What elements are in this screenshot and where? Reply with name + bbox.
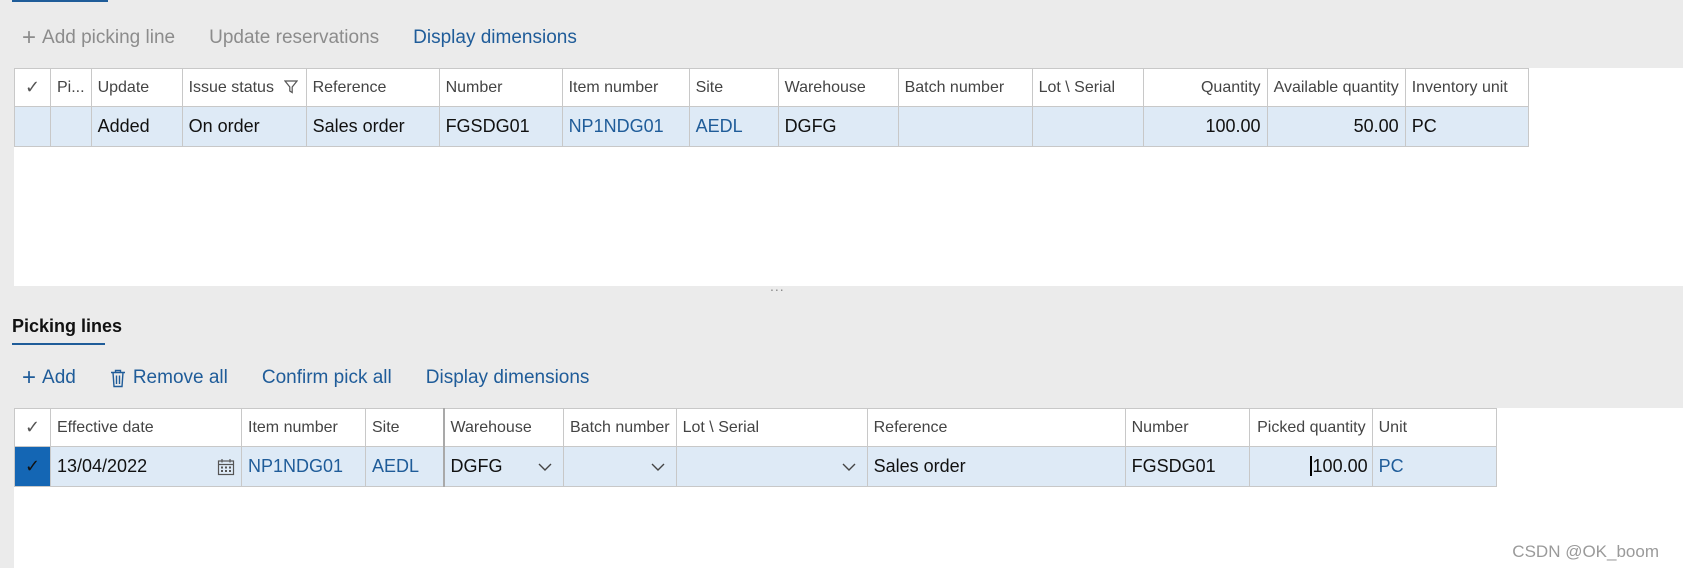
col-header-available-quantity[interactable]: Available quantity <box>1266 68 1406 107</box>
add-button[interactable]: + Add <box>22 364 76 391</box>
col-header-item-number[interactable]: Item number <box>241 408 366 447</box>
col-header-number[interactable]: Number <box>438 68 563 107</box>
row-checkbox-checked[interactable]: ✓ <box>14 446 51 487</box>
add-picking-line-button[interactable]: + Add picking line <box>22 24 176 51</box>
cell-issue-status: On order <box>181 106 307 147</box>
remove-all-button[interactable]: Remove all <box>110 367 228 389</box>
col-header-lot-serial[interactable]: Lot \ Serial <box>1031 68 1144 107</box>
cell-warehouse-dropdown[interactable]: DGFG <box>443 446 564 487</box>
chevron-down-icon[interactable] <box>841 459 857 475</box>
tab-underline <box>12 0 108 2</box>
add-picking-line-label: Add picking line <box>42 27 176 48</box>
plus-icon: + <box>22 24 37 51</box>
warehouse-value: DGFG <box>450 456 503 476</box>
col-header-reference[interactable]: Reference <box>866 408 1126 447</box>
picking-lines-grid-panel: ✓ Effective date Item number Site Wareho… <box>14 408 1683 568</box>
confirm-pick-all-button[interactable]: Confirm pick all <box>262 367 392 389</box>
cell-unit-link[interactable]: PC <box>1371 446 1497 487</box>
cell-site-link[interactable]: AEDL <box>365 446 445 487</box>
checkmark-icon: ✓ <box>24 77 41 97</box>
plus-icon: + <box>22 364 37 391</box>
chevron-down-icon[interactable] <box>650 459 666 475</box>
row-checkbox[interactable] <box>14 106 51 147</box>
col-header-warehouse[interactable]: Warehouse <box>443 408 564 447</box>
cell-item-number-link[interactable]: NP1NDG01 <box>561 106 690 147</box>
filter-icon[interactable] <box>284 79 299 94</box>
cell-number: FGSDG01 <box>438 106 563 147</box>
cell-inventory-unit: PC <box>1404 106 1529 147</box>
col-header-unit[interactable]: Unit <box>1371 408 1497 447</box>
picked-quantity-input[interactable]: 100.00 <box>1248 446 1373 487</box>
header-row: ✓ Pi... Update Issue status Reference Nu… <box>14 68 1529 107</box>
cell-item-number-link[interactable]: NP1NDG01 <box>241 446 366 487</box>
cell-lot-serial-dropdown[interactable] <box>675 446 868 487</box>
col-header-effective-date[interactable]: Effective date <box>50 408 242 447</box>
picking-lines-title[interactable]: Picking lines <box>12 316 122 337</box>
add-label: Add <box>42 367 76 388</box>
cell-pi <box>50 106 92 147</box>
select-all-checkbox[interactable]: ✓ <box>14 68 51 107</box>
confirm-pick-all-label: Confirm pick all <box>261 367 392 388</box>
col-header-quantity[interactable]: Quantity <box>1142 68 1268 107</box>
table-row[interactable]: ✓ 13/04/2022 NP1NDG01 AEDL DGFG Sales or… <box>14 446 1497 487</box>
remove-all-label: Remove all <box>132 367 228 388</box>
display-dimensions-label: Display dimensions <box>425 367 590 388</box>
cell-update: Added <box>90 106 183 147</box>
col-header-issue-status[interactable]: Issue status <box>181 68 307 107</box>
cell-number: FGSDG01 <box>1124 446 1250 487</box>
update-reservations-button[interactable]: Update reservations <box>209 27 379 49</box>
reservation-grid-panel: ✓ Pi... Update Issue status Reference Nu… <box>14 68 1683 286</box>
watermark: CSDN @OK_boom <box>1512 542 1659 561</box>
display-dimensions-label: Display dimensions <box>413 27 577 48</box>
col-header-reference[interactable]: Reference <box>305 68 440 107</box>
top-toolbar: + Add picking line Update reservations D… <box>22 23 611 53</box>
col-header-site[interactable]: Site <box>688 68 779 107</box>
col-header-batch-number[interactable]: Batch number <box>897 68 1033 107</box>
col-header-update[interactable]: Update <box>90 68 183 107</box>
trash-icon <box>110 369 125 387</box>
pane-splitter[interactable]: ... <box>770 278 785 294</box>
col-header-site[interactable]: Site <box>365 408 445 447</box>
col-header-inventory-unit[interactable]: Inventory unit <box>1404 68 1529 107</box>
col-header-pi[interactable]: Pi... <box>50 68 92 107</box>
col-header-number[interactable]: Number <box>1124 408 1250 447</box>
table-row[interactable]: Added On order Sales order FGSDG01 NP1ND… <box>14 106 1529 147</box>
cell-lot-serial <box>1031 106 1144 147</box>
cell-batch-number <box>897 106 1033 147</box>
col-header-picked-quantity[interactable]: Picked quantity <box>1248 408 1373 447</box>
cell-quantity: 100.00 <box>1142 106 1268 147</box>
picking-lines-toolbar: + Add Remove all Confirm pick all Displa… <box>22 363 623 393</box>
col-header-warehouse[interactable]: Warehouse <box>777 68 899 107</box>
cell-effective-date[interactable]: 13/04/2022 <box>50 446 242 487</box>
chevron-down-icon[interactable] <box>537 459 553 475</box>
checkmark-icon: ✓ <box>24 456 41 476</box>
picking-lines-grid: ✓ Effective date Item number Site Wareho… <box>14 408 1497 487</box>
cell-available-quantity: 50.00 <box>1266 106 1406 147</box>
effective-date-value: 13/04/2022 <box>57 456 148 476</box>
cell-batch-number-dropdown[interactable] <box>563 446 677 487</box>
checkmark-icon: ✓ <box>24 417 41 437</box>
select-all-checkbox[interactable]: ✓ <box>14 408 51 447</box>
display-dimensions-button[interactable]: Display dimensions <box>426 367 590 389</box>
col-header-item-number[interactable]: Item number <box>561 68 690 107</box>
reservation-grid: ✓ Pi... Update Issue status Reference Nu… <box>14 68 1529 147</box>
cell-site-link[interactable]: AEDL <box>688 106 779 147</box>
col-header-batch-number[interactable]: Batch number <box>563 408 677 447</box>
col-header-issue-status-label: Issue status <box>188 78 274 96</box>
tab-underline <box>12 343 105 345</box>
col-header-lot-serial[interactable]: Lot \ Serial <box>675 408 868 447</box>
text-caret <box>1309 456 1312 476</box>
cell-reference: Sales order <box>866 446 1126 487</box>
display-dimensions-button[interactable]: Display dimensions <box>413 27 577 49</box>
header-row: ✓ Effective date Item number Site Wareho… <box>14 408 1497 447</box>
cell-warehouse: DGFG <box>777 106 899 147</box>
picked-quantity-value: 100.00 <box>1312 456 1368 476</box>
cell-reference: Sales order <box>305 106 440 147</box>
update-reservations-label: Update reservations <box>209 27 380 48</box>
calendar-icon[interactable] <box>217 458 235 476</box>
